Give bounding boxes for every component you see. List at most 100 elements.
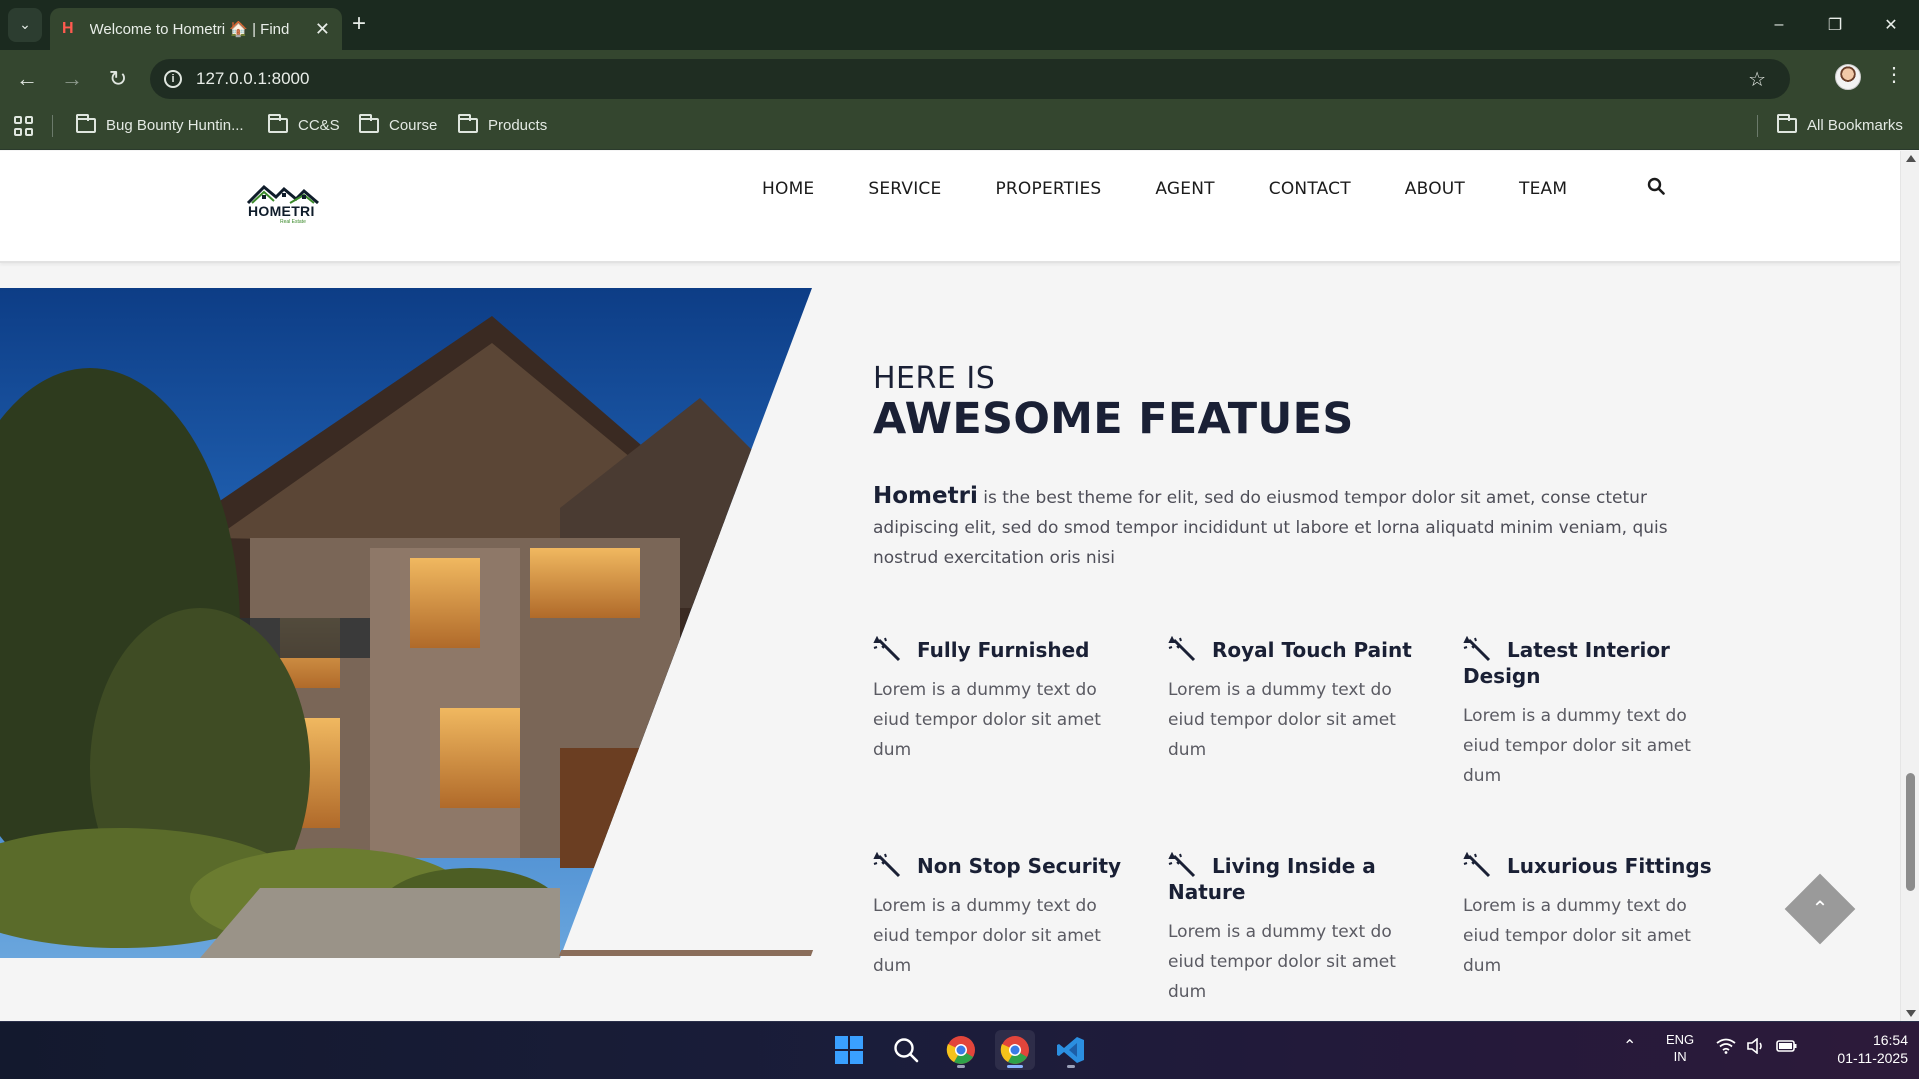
tab-close-button[interactable]: ✕ xyxy=(315,19,330,40)
nav-about[interactable]: ABOUT xyxy=(1405,179,1465,199)
bookmark-folder[interactable]: Course xyxy=(359,114,438,134)
folder-icon xyxy=(76,114,96,133)
nav-home[interactable]: HOME xyxy=(762,179,814,199)
nav-contact[interactable]: CONTACT xyxy=(1269,179,1351,199)
main-nav: HOME SERVICE PROPERTIES AGENT CONTACT AB… xyxy=(762,179,1621,199)
browser-toolbar: ← → ↻ i 127.0.0.1:8000 ☆ ⋮ xyxy=(0,50,1919,108)
clock-date: 01-11-2025 xyxy=(1837,1050,1908,1066)
feature-title: Latest Interior Design xyxy=(1463,638,1670,688)
tab-title: Welcome to Hometri 🏠 | Find xyxy=(89,21,290,38)
system-tray[interactable] xyxy=(1716,1038,1798,1054)
site-header: HOMETRI Real Estate HOME SERVICE PROPERT… xyxy=(0,151,1900,263)
scroll-down-arrow[interactable] xyxy=(1906,1010,1916,1017)
battery-icon[interactable] xyxy=(1776,1038,1798,1054)
house-photo xyxy=(0,288,812,958)
intro-paragraph: Hometri is the best theme for elit, sed … xyxy=(873,481,1693,573)
scrollbar-thumb[interactable] xyxy=(1906,773,1915,891)
forward-button[interactable]: → xyxy=(57,64,87,94)
show-hidden-icons-chevron-icon[interactable]: ⌃ xyxy=(1623,1036,1636,1056)
bookmark-star-icon[interactable]: ☆ xyxy=(1748,67,1766,91)
logo-subtitle: Real Estate xyxy=(280,219,306,225)
chevron-down-icon: ⌄ xyxy=(19,17,31,33)
taskbar-search-icon[interactable] xyxy=(886,1030,926,1070)
bookmark-folder[interactable]: Bug Bounty Huntin... xyxy=(76,114,244,134)
folder-icon xyxy=(268,114,288,133)
magic-wand-icon xyxy=(1463,636,1491,662)
clock[interactable]: 16:54 01-11-2025 xyxy=(1810,1031,1908,1067)
bookmark-label: CC&S xyxy=(298,117,340,134)
bookmark-folder[interactable]: Products xyxy=(458,114,548,134)
feature-text: Lorem is a dummy text do eiud tempor dol… xyxy=(1463,706,1691,786)
nav-team[interactable]: TEAM xyxy=(1519,179,1567,199)
web-page: HOMETRI Real Estate HOME SERVICE PROPERT… xyxy=(0,151,1900,1021)
clock-time: 16:54 xyxy=(1872,1032,1908,1048)
bookmark-label: Course xyxy=(389,117,438,134)
close-window-button[interactable]: ✕ xyxy=(1863,0,1919,50)
site-logo[interactable]: HOMETRI Real Estate xyxy=(246,183,320,229)
restore-button[interactable]: ❐ xyxy=(1807,0,1863,50)
feature-item: Luxurious Fittings Lorem is a dummy text… xyxy=(1463,852,1713,981)
browser-tab-active[interactable]: H Welcome to Hometri 🏠 | Find ✕ xyxy=(50,8,342,50)
feature-text: Lorem is a dummy text do eiud tempor dol… xyxy=(1168,922,1396,1002)
heading-big: AWESOME FEATUES xyxy=(873,394,1354,444)
feature-title: Royal Touch Paint xyxy=(1212,638,1412,662)
feature-item: Royal Touch Paint Lorem is a dummy text … xyxy=(1168,636,1418,765)
region-code: IN xyxy=(1673,1049,1687,1064)
folder-icon xyxy=(458,114,478,133)
scroll-up-arrow[interactable] xyxy=(1906,155,1916,162)
feature-title: Fully Furnished xyxy=(917,638,1090,662)
apps-grid-icon[interactable] xyxy=(14,116,34,136)
browser-menu-button[interactable]: ⋮ xyxy=(1884,62,1904,87)
back-button[interactable]: ← xyxy=(12,64,42,94)
windows-start-icon[interactable] xyxy=(829,1030,869,1070)
feature-title: Non Stop Security xyxy=(917,854,1122,878)
intro-brand: Hometri xyxy=(873,483,978,509)
language-code: ENG xyxy=(1666,1032,1695,1047)
magic-wand-icon xyxy=(1463,852,1491,878)
site-info-icon[interactable]: i xyxy=(164,70,182,88)
all-bookmarks-button[interactable]: All Bookmarks xyxy=(1777,114,1903,134)
logo-text: HOMETRI xyxy=(248,203,315,219)
feature-text: Lorem is a dummy text do eiud tempor dol… xyxy=(873,680,1101,760)
feature-text: Lorem is a dummy text do eiud tempor dol… xyxy=(1168,680,1396,760)
active-indicator xyxy=(1007,1065,1023,1068)
vscode-icon[interactable] xyxy=(1051,1030,1091,1070)
feature-item: Non Stop Security Lorem is a dummy text … xyxy=(873,852,1123,981)
bookmarks-divider xyxy=(52,115,53,137)
browser-titlebar: ⌄ H Welcome to Hometri 🏠 | Find ✕ + – ❐ … xyxy=(0,0,1919,50)
chevron-up-icon[interactable]: ⌃ xyxy=(1806,894,1834,922)
nav-properties[interactable]: PROPERTIES xyxy=(995,179,1101,199)
search-icon[interactable] xyxy=(1647,177,1665,195)
intro-text: is the best theme for elit, sed do eiusm… xyxy=(873,488,1668,568)
feature-title: Living Inside a Nature xyxy=(1168,854,1376,904)
feature-item: Fully Furnished Lorem is a dummy text do… xyxy=(873,636,1123,765)
address-bar[interactable]: i 127.0.0.1:8000 ☆ xyxy=(150,59,1790,99)
magic-wand-icon xyxy=(873,636,901,662)
running-indicator xyxy=(1067,1065,1075,1068)
wifi-icon[interactable] xyxy=(1716,1038,1736,1054)
tab-search-button[interactable]: ⌄ xyxy=(8,8,42,42)
speaker-icon[interactable] xyxy=(1746,1038,1766,1054)
feature-item: Living Inside a Nature Lorem is a dummy … xyxy=(1168,852,1418,1007)
all-bookmarks-label: All Bookmarks xyxy=(1807,117,1903,134)
chrome-icon[interactable] xyxy=(941,1030,981,1070)
page-scrollbar[interactable] xyxy=(1900,151,1919,1021)
nav-service[interactable]: SERVICE xyxy=(868,179,941,199)
bookmarks-divider xyxy=(1757,115,1758,137)
feature-title: Luxurious Fittings xyxy=(1507,854,1712,878)
minimize-button[interactable]: – xyxy=(1751,0,1807,50)
language-indicator[interactable]: ENG IN xyxy=(1666,1031,1694,1065)
feature-text: Lorem is a dummy text do eiud tempor dol… xyxy=(1463,896,1691,976)
url-text[interactable]: 127.0.0.1:8000 xyxy=(196,69,309,89)
nav-agent[interactable]: AGENT xyxy=(1155,179,1214,199)
profile-avatar[interactable] xyxy=(1835,64,1861,90)
chrome-profile-icon[interactable] xyxy=(995,1030,1035,1070)
magic-wand-icon xyxy=(1168,636,1196,662)
reload-button[interactable]: ↻ xyxy=(103,64,133,94)
new-tab-button[interactable]: + xyxy=(352,10,366,38)
bookmark-folder[interactable]: CC&S xyxy=(268,114,340,134)
running-indicator xyxy=(957,1065,965,1068)
folder-icon xyxy=(359,114,379,133)
feature-item: Latest Interior Design Lorem is a dummy … xyxy=(1463,636,1713,791)
bookmark-label: Products xyxy=(488,117,548,134)
